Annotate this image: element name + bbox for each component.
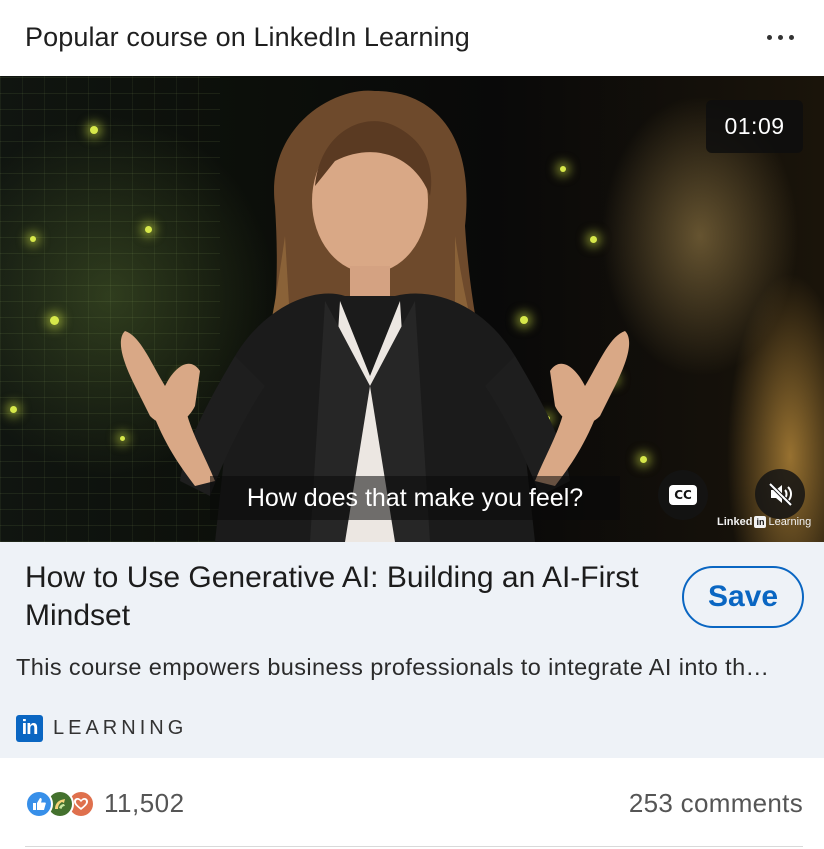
save-button[interactable]: Save	[682, 566, 804, 628]
closed-captions-button[interactable]: CC	[658, 470, 708, 520]
presenter-figure	[120, 90, 630, 542]
video-duration-badge: 01:09	[706, 100, 803, 153]
course-description: This course empowers business profession…	[16, 654, 770, 680]
course-title[interactable]: How to Use Generative AI: Building an AI…	[25, 559, 665, 635]
linkedin-learning-watermark: Linked in Learning	[717, 516, 812, 528]
video-caption: How does that make you feel?	[210, 476, 620, 520]
like-icon	[25, 789, 53, 818]
comments-count-link[interactable]: 253 comments	[629, 788, 803, 819]
course-info-panel[interactable]: How to Use Generative AI: Building an AI…	[0, 542, 824, 758]
post-header-title: Popular course on LinkedIn Learning	[25, 21, 470, 52]
provider-label: LEARNING	[53, 717, 188, 739]
social-counts-bar: 11,502 253 comments	[0, 758, 824, 848]
closed-captions-icon: CC	[669, 485, 697, 505]
video-player[interactable]: 01:09 How does that make you feel? CC Li…	[0, 76, 824, 542]
more-options-button[interactable]	[763, 29, 798, 46]
post-header: Popular course on LinkedIn Learning	[0, 0, 824, 76]
speaker-muted-icon	[768, 482, 793, 507]
unmute-button[interactable]	[755, 469, 805, 519]
reaction-count[interactable]: 11,502	[104, 788, 185, 819]
linkedin-logo-icon: in	[16, 715, 43, 742]
more-horizontal-icon	[767, 34, 772, 40]
divider	[25, 846, 803, 847]
course-provider: in LEARNING	[16, 715, 187, 742]
reactions-summary[interactable]: 11,502	[25, 788, 185, 819]
